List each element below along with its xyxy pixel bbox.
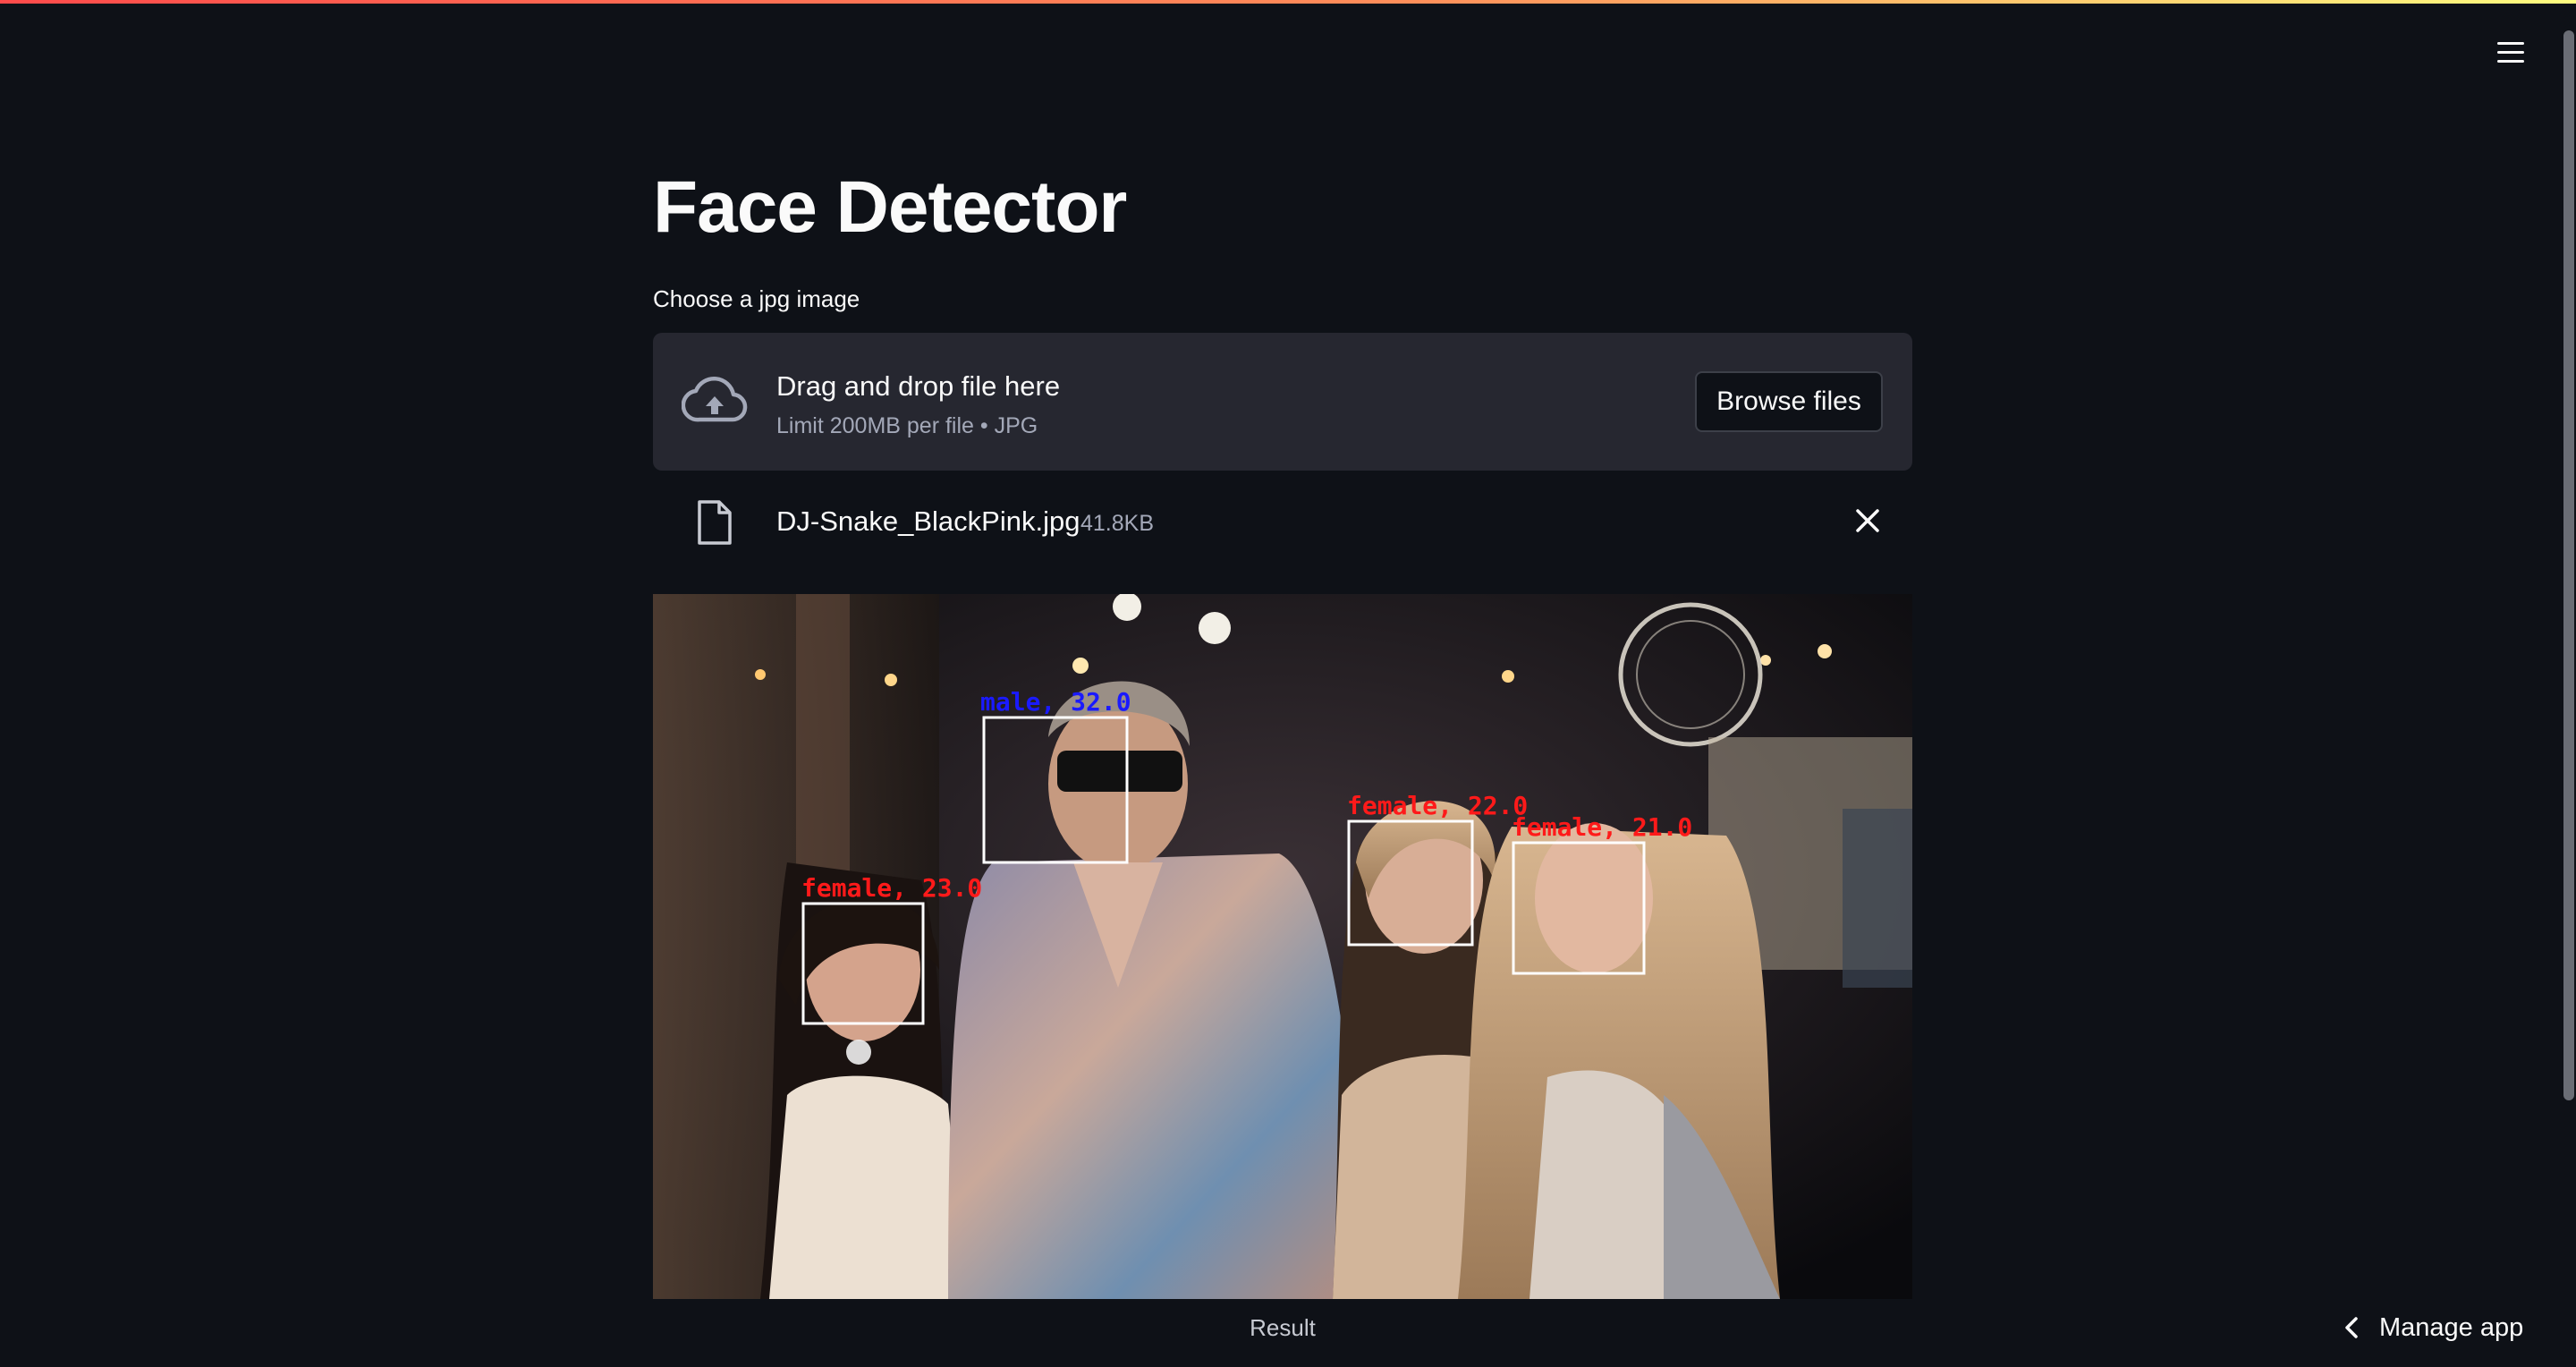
detection-label: male, 32.0 bbox=[980, 687, 1131, 717]
uploader-label: Choose a jpg image bbox=[653, 285, 860, 312]
detection-label: female, 22.0 bbox=[1347, 791, 1528, 820]
uploaded-file-item: DJ-Snake_BlackPink.jpg 41.8KB bbox=[653, 492, 1912, 551]
dropzone-limit-text: Limit 200MB per file • JPG bbox=[776, 413, 1038, 438]
result-caption: Result bbox=[1250, 1314, 1316, 1341]
cloud-upload-icon bbox=[682, 376, 748, 422]
uploaded-file-name: DJ-Snake_BlackPink.jpg bbox=[776, 505, 1080, 537]
detection-label: female, 21.0 bbox=[1512, 812, 1692, 842]
page-scrollbar[interactable] bbox=[2563, 30, 2574, 1100]
remove-file-button[interactable] bbox=[1850, 503, 1885, 539]
detection-label: female, 23.0 bbox=[801, 873, 982, 903]
manage-app-button[interactable]: Manage app bbox=[2343, 1308, 2523, 1347]
page-title: Face Detector bbox=[653, 166, 1127, 248]
top-decoration-bar bbox=[0, 0, 2576, 4]
chevron-left-icon bbox=[2345, 1317, 2358, 1338]
hamburger-menu-icon[interactable] bbox=[2493, 34, 2529, 70]
file-icon bbox=[698, 500, 732, 545]
dropzone-instructions: Drag and drop file here bbox=[776, 370, 1061, 402]
close-icon bbox=[1856, 509, 1879, 532]
uploaded-file-size: 41.8KB bbox=[1080, 511, 1155, 536]
file-dropzone[interactable]: Drag and drop file here Limit 200MB per … bbox=[653, 333, 1912, 471]
result-image: male, 32.0 female, 23.0 female, 22.0 fem… bbox=[653, 594, 1912, 1299]
browse-files-button[interactable]: Browse files bbox=[1695, 371, 1883, 432]
manage-app-label: Manage app bbox=[2379, 1312, 2524, 1342]
